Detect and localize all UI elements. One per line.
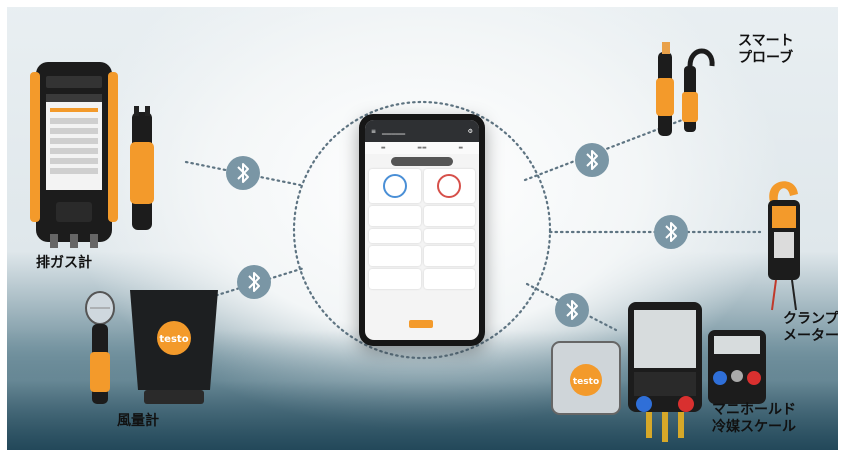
bluetooth-icon <box>248 272 260 292</box>
label-smart-probe: スマート プローブ <box>738 33 794 66</box>
value-card <box>369 229 421 243</box>
bluetooth-badge-air-flow <box>237 265 271 299</box>
bluetooth-badge-flue-gas <box>226 156 260 190</box>
app-tabs: ▬ ▬▬ ▬ <box>365 142 479 154</box>
testo-logo-scale: testo <box>573 377 599 387</box>
label-flue-gas: 排ガス計 <box>36 255 92 271</box>
app-action-button <box>409 320 433 328</box>
bluetooth-icon <box>665 222 677 242</box>
value-card <box>369 246 421 266</box>
smartphone: ≡ ▁▁▁▁▁ ⚙ ▬ ▬▬ ▬ <box>359 114 485 346</box>
value-card <box>423 206 475 226</box>
value-card <box>423 269 475 289</box>
app-measure-grid <box>365 169 479 289</box>
label-clamp-meter: クランプ メーター <box>783 311 839 344</box>
value-card <box>423 229 475 243</box>
connectivity-illustration: 排ガス計 testo 風量計 スマート プローブ クランプ メーター testo <box>0 0 845 457</box>
value-card <box>369 206 421 226</box>
bluetooth-icon <box>237 163 249 183</box>
app-header: ≡ ▁▁▁▁▁ ⚙ <box>365 120 479 142</box>
clamp-meter-image <box>768 181 800 311</box>
app-pill <box>391 157 453 166</box>
flue-gas-analyzer-image <box>30 62 154 248</box>
smartphone-screen: ≡ ▁▁▁▁▁ ⚙ ▬ ▬▬ ▬ <box>365 120 479 340</box>
value-card <box>369 269 421 289</box>
gauge-card-low <box>369 169 421 203</box>
label-air-flow: 風量計 <box>117 413 159 429</box>
bluetooth-icon <box>586 150 598 170</box>
smart-probe-image <box>656 42 715 136</box>
bluetooth-badge-clamp-meter <box>654 215 688 249</box>
air-flow-meter-image: testo <box>85 290 218 404</box>
bluetooth-badge-smart-probe <box>575 143 609 177</box>
settings-icon: ⚙ <box>467 127 473 135</box>
value-card <box>423 246 475 266</box>
label-manifold-scale: マニホールド 冷媒スケール <box>712 402 796 435</box>
testo-logo-hood: testo <box>159 334 188 345</box>
gauge-card-high <box>423 169 475 203</box>
